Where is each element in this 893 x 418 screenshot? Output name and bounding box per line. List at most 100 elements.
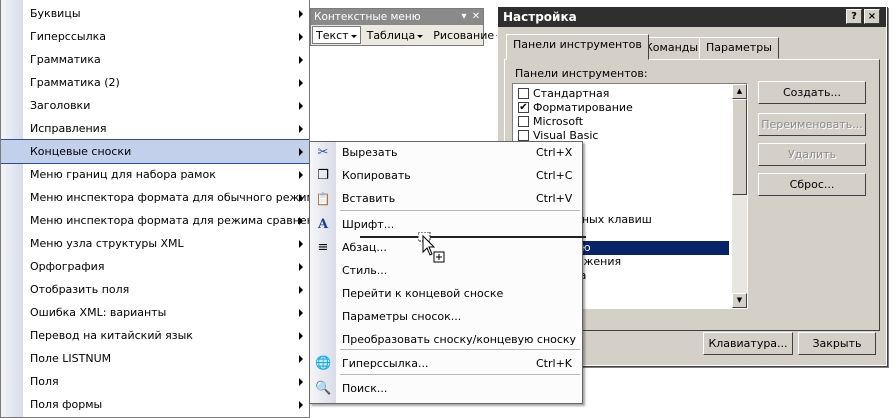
toolbar-list-item[interactable]: Стандартная (515, 87, 729, 101)
category-menu-item[interactable]: Гиперссылка (1, 25, 309, 48)
toolbars-list-label: Панели инструментов: (515, 67, 648, 80)
toolbar-checkbox[interactable]: ✔ (518, 102, 529, 113)
context-menu-label: Копировать (342, 169, 411, 182)
category-menu-item[interactable]: Меню инспектора формата для обычного реж… (1, 186, 310, 209)
submenu-arrow-icon (299, 286, 303, 294)
keyboard-button[interactable]: Клавиатура... (703, 332, 793, 355)
endnotes-context-menu: ✂ Вырезать Ctrl+X ❐ Копировать Ctrl+C 📋 Вставит… (309, 141, 583, 404)
dialog-titlebar[interactable]: Настройка ? × (498, 7, 886, 27)
context-menu-label: Перейти к концевой сноске (342, 287, 504, 300)
scroll-down-icon[interactable]: ▼ (732, 293, 747, 308)
paragraph-icon: ≡ (317, 240, 329, 255)
delete-button[interactable]: Удалить (758, 143, 866, 166)
context-menu-label: Поиск... (342, 382, 388, 395)
toolbar-list-item[interactable]: Microsoft (515, 115, 729, 129)
help-button[interactable]: ? (846, 9, 862, 24)
tab-options[interactable]: Параметры (699, 37, 779, 59)
menu-label: Таблица (366, 29, 416, 42)
caret-down-icon (417, 34, 424, 38)
toolbar-list-item[interactable]: ✔ Форматирование (515, 101, 729, 115)
toolbar-checkbox[interactable] (518, 116, 529, 127)
context-menu-item[interactable]: Преобразовать сноску/концевую сноску (310, 329, 582, 351)
category-menu-item[interactable]: Орфография (1, 255, 309, 278)
shortcut-label: Ctrl+V (536, 192, 573, 205)
category-menu-label: Поля формы (30, 398, 103, 411)
context-menu-categories: Буквицы Гиперссылка Грамматика Грамматика (… (0, 0, 310, 418)
toolbar-close-icon[interactable]: ✕ (471, 11, 481, 22)
reset-button[interactable]: Сброс... (758, 173, 866, 196)
submenu-arrow-icon (299, 263, 303, 271)
rename-button[interactable]: Переименовать... (758, 113, 866, 136)
category-menu-item[interactable]: Поле LISTNUM (1, 347, 309, 370)
font-icon: A (317, 217, 329, 232)
scissors-icon: ✂ (317, 145, 329, 160)
shortcut-label: Ctrl+X (536, 146, 573, 159)
context-menu-item[interactable]: ❐ Копировать Ctrl+C (310, 165, 582, 187)
category-menu-item[interactable]: Ошибка XML: варианты (1, 301, 309, 324)
context-menu-item[interactable]: ✂ Вырезать Ctrl+X (310, 142, 582, 164)
category-menu-item[interactable]: Концевые сноски (1, 139, 309, 164)
context-menu-label: Шрифт... (342, 218, 395, 231)
context-menu-item[interactable]: Перейти к концевой сноске (310, 283, 582, 305)
context-menu-label: Гиперссылка... (342, 357, 429, 370)
scroll-up-icon[interactable]: ▲ (732, 84, 747, 99)
toolbar-checkbox[interactable] (518, 88, 529, 99)
toolbar-menu-text[interactable]: Текст (312, 26, 361, 44)
category-menu-item[interactable]: Поля (1, 370, 309, 393)
research-icon: 🔍 (315, 381, 332, 396)
context-menu-label: Преобразовать сноску/концевую сноску (342, 333, 577, 346)
category-menu-item[interactable]: Отобразить поля (1, 278, 309, 301)
close-icon[interactable]: × (864, 9, 880, 24)
category-menu-item[interactable]: Грамматика (2) (1, 71, 309, 94)
submenu-arrow-icon (299, 148, 303, 156)
scroll-thumb[interactable] (732, 99, 747, 195)
toolbar-titlebar[interactable]: Контекстные меню ▾ ✕ (311, 9, 483, 25)
submenu-arrow-icon (299, 10, 303, 18)
drag-cursor-icon (418, 232, 445, 263)
toolbar-menu-table[interactable]: Таблица (363, 26, 428, 44)
submenu-arrow-icon (299, 56, 303, 64)
context-menu-item[interactable]: 🔍 Поиск... (310, 378, 582, 400)
toolbar-checkbox[interactable] (518, 130, 529, 141)
toolbar-options-icon[interactable]: ▾ (459, 11, 469, 22)
shortcut-label: Ctrl+C (536, 169, 573, 182)
category-menu-label: Отобразить поля (30, 283, 130, 296)
context-menu-item[interactable]: 🌐 Гиперссылка... Ctrl+K (310, 353, 582, 375)
close-button[interactable]: Закрыть (798, 332, 876, 355)
category-menu-label: Буквицы (30, 7, 81, 20)
submenu-arrow-icon (299, 309, 303, 317)
drag-insertion-line (360, 236, 586, 238)
tab-toolbars[interactable]: Панели инструментов (506, 34, 649, 60)
context-menu-item[interactable]: Параметры сносок... (310, 306, 582, 328)
submenu-arrow-icon (299, 171, 303, 179)
toolbar-list-label: Microsoft (533, 115, 584, 128)
category-menu-item[interactable]: Меню границ для набора рамок (1, 163, 309, 186)
category-menu-item[interactable]: Заголовки (1, 94, 309, 117)
category-menu-label: Меню инспектора формата для обычного реж… (30, 191, 310, 204)
submenu-arrow-icon (299, 102, 303, 110)
category-menu-label: Исправления (30, 122, 107, 135)
category-menu-item[interactable]: Меню узла структуры XML (1, 232, 309, 255)
category-menu-item[interactable]: Исправления (1, 117, 309, 140)
category-menu-item[interactable]: Поля формы (1, 393, 309, 416)
caret-down-icon (350, 34, 357, 38)
context-menu-item[interactable]: 📋 Вставить Ctrl+V (310, 188, 582, 210)
create-button[interactable]: Создать... (758, 81, 866, 104)
list-scrollbar[interactable]: ▲ ▼ (732, 84, 747, 308)
submenu-arrow-icon (299, 355, 303, 363)
category-menu-item[interactable]: Меню инспектора формата для режима сравн… (1, 209, 310, 232)
hyperlink-icon: 🌐 (315, 356, 332, 371)
menu-label: Рисование (433, 29, 495, 42)
toolbar-list-label: Форматирование (533, 101, 633, 114)
menu-label: Текст (316, 29, 349, 42)
toolbar-menu-drawing[interactable]: Рисование (429, 26, 506, 44)
dialog-title: Настройка (503, 10, 577, 24)
category-menu-item[interactable]: Перевод на китайский язык (1, 324, 309, 347)
category-menu-label: Ошибка XML: варианты (30, 306, 167, 319)
category-menu-label: Меню инспектора формата для режима сравн… (30, 214, 310, 227)
category-menu-item[interactable]: Буквицы (1, 2, 309, 25)
category-menu-item[interactable]: Грамматика (1, 48, 309, 71)
toolbar-menu-row: Текст Таблица Рисование (311, 25, 503, 45)
submenu-arrow-icon (299, 125, 303, 133)
category-menu-label: Концевые сноски (30, 145, 132, 158)
